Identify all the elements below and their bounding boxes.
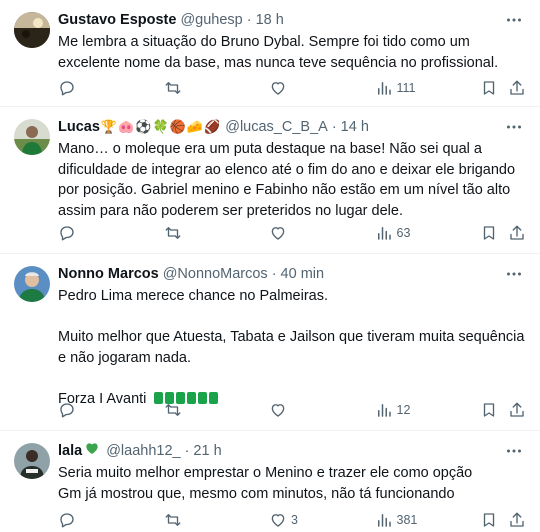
- separator-dot: ·: [184, 443, 190, 459]
- views-count: 381: [396, 513, 418, 527]
- green-heart-icon: [84, 440, 100, 462]
- tweet[interactable]: lala @laahh12_ · 21 h Seria muito melhor…: [0, 431, 540, 532]
- text-line: Pedro Lima merece chance no Palmeiras.: [58, 288, 328, 304]
- avatar[interactable]: [14, 119, 50, 155]
- text-line: Muito melhor que Atuesta, Tabata e Jails…: [58, 329, 525, 366]
- tweet[interactable]: Nonno Marcos @NonnoMarcos · 40 min Pedro…: [0, 254, 540, 431]
- reply-icon: [60, 513, 74, 528]
- tweet[interactable]: Gustavo Esposte @guhesp · 18 h Me lembra…: [0, 0, 540, 107]
- avatar[interactable]: [14, 12, 50, 48]
- views-button[interactable]: 63: [375, 224, 425, 242]
- retweet-icon: [165, 514, 180, 526]
- avatar[interactable]: [14, 443, 50, 479]
- author-name[interactable]: lala: [58, 441, 82, 461]
- tweet-actions: 63: [58, 223, 526, 243]
- tweet-actions: 3 381: [58, 510, 526, 530]
- retweet-button[interactable]: [164, 401, 214, 419]
- tweet-right-actions: [480, 511, 526, 529]
- heart-icon: [271, 227, 285, 240]
- author-handle[interactable]: @NonnoMarcos: [163, 264, 268, 284]
- tweet-actions: 111: [58, 78, 526, 98]
- tweet-text: Mano… o moleque era um puta destaque na …: [58, 141, 520, 219]
- separator-dot: ·: [271, 266, 277, 282]
- share-icon[interactable]: [508, 401, 526, 419]
- reply-icon: [60, 81, 74, 96]
- share-icon[interactable]: [508, 511, 526, 529]
- author-handle[interactable]: @lucas_C_B_A: [225, 117, 328, 137]
- avatar[interactable]: [14, 266, 50, 302]
- bookmark-icon[interactable]: [480, 224, 498, 242]
- tweet-text: Me lembra a situação do Bruno Dybal. Sem…: [58, 34, 499, 71]
- tweet-header: Gustavo Esposte @guhesp · 18 h: [58, 10, 500, 30]
- reply-button[interactable]: [58, 511, 108, 529]
- views-count: 63: [396, 226, 411, 240]
- retweet-icon: [165, 404, 180, 416]
- retweet-button[interactable]: [164, 224, 214, 242]
- more-options-icon[interactable]: [504, 117, 524, 137]
- reply-feed: Gustavo Esposte @guhesp · 18 h Me lembra…: [0, 0, 540, 532]
- separator-dot: ·: [246, 12, 252, 28]
- heart-icon: [271, 82, 285, 95]
- views-icon: [377, 514, 391, 527]
- tweet-header: Lucas 🏆🐽⚽🍀🏀🧀🏈 @lucas_C_B_A · 14 h: [58, 117, 500, 137]
- tweet-right-actions: [480, 79, 526, 97]
- like-button[interactable]: [269, 79, 319, 97]
- tweet[interactable]: Lucas 🏆🐽⚽🍀🏀🧀🏈 @lucas_C_B_A · 14 h Mano… …: [0, 107, 540, 254]
- views-button[interactable]: 111: [375, 79, 425, 97]
- reply-icon: [60, 226, 74, 241]
- bookmark-icon[interactable]: [480, 511, 498, 529]
- tweet-right-actions: [480, 224, 526, 242]
- author-handle[interactable]: @guhesp: [180, 10, 242, 30]
- views-button[interactable]: 381: [375, 511, 425, 529]
- views-count: 12: [396, 403, 411, 417]
- more-options-icon[interactable]: [504, 10, 524, 30]
- views-icon: [377, 404, 391, 417]
- name-emojis: 🏆🐽⚽🍀🏀🧀🏈: [100, 119, 222, 134]
- timestamp[interactable]: 14 h: [341, 117, 369, 137]
- author-handle[interactable]: @laahh12_: [106, 441, 180, 461]
- tweet-header: lala @laahh12_ · 21 h: [58, 441, 500, 461]
- retweet-button[interactable]: [164, 511, 214, 529]
- like-button[interactable]: [269, 224, 319, 242]
- heart-icon: [271, 514, 285, 527]
- timestamp[interactable]: 18 h: [256, 10, 284, 30]
- reply-icon: [60, 403, 74, 418]
- author-name[interactable]: Lucas: [58, 117, 100, 137]
- heart-icon: [271, 404, 285, 417]
- like-button[interactable]: 3: [269, 511, 319, 529]
- like-button[interactable]: [269, 401, 319, 419]
- separator-dot: ·: [331, 119, 337, 135]
- reply-button[interactable]: [58, 401, 108, 419]
- author-name[interactable]: Nonno Marcos: [58, 264, 159, 284]
- reply-button[interactable]: [58, 224, 108, 242]
- timestamp[interactable]: 21 h: [193, 441, 221, 461]
- timestamp[interactable]: 40 min: [281, 264, 325, 284]
- share-icon[interactable]: [508, 224, 526, 242]
- retweet-button[interactable]: [164, 79, 214, 97]
- bookmark-icon[interactable]: [480, 79, 498, 97]
- tweet-right-actions: [480, 401, 526, 419]
- retweet-icon: [165, 82, 180, 94]
- author-name[interactable]: Gustavo Esposte: [58, 10, 176, 30]
- retweet-icon: [165, 227, 180, 239]
- reply-button[interactable]: [58, 79, 108, 97]
- views-icon: [377, 82, 391, 95]
- tweet-text: Seria muito melhor emprestar o Menino e …: [58, 465, 473, 502]
- views-count: 111: [396, 81, 416, 95]
- more-options-icon[interactable]: [504, 264, 524, 284]
- share-icon[interactable]: [508, 79, 526, 97]
- more-options-icon[interactable]: [504, 441, 524, 461]
- views-icon: [377, 227, 391, 240]
- tweet-actions: 12: [58, 400, 526, 420]
- views-button[interactable]: 12: [375, 401, 425, 419]
- tweet-text: Pedro Lima merece chance no Palmeiras. M…: [58, 286, 526, 409]
- likes-count: 3: [291, 513, 298, 527]
- tweet-header: Nonno Marcos @NonnoMarcos · 40 min: [58, 264, 500, 284]
- bookmark-icon[interactable]: [480, 401, 498, 419]
